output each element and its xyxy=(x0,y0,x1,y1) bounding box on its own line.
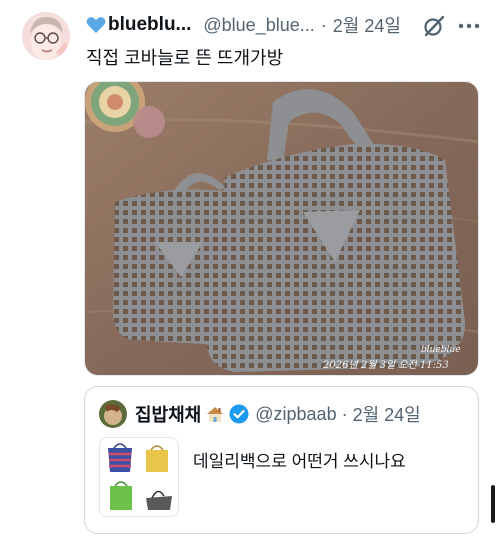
quoted-header-separator: · xyxy=(341,403,348,424)
more-icon[interactable] xyxy=(456,14,482,38)
tweet[interactable]: blueblu... @blue_blue... · 2월 24일 직접 코바늘… xyxy=(0,0,500,549)
grok-icon[interactable] xyxy=(422,14,446,38)
quoted-tweet-text: 데일리백으로 어떤거 쓰시나요 xyxy=(193,452,406,471)
author-display-name[interactable]: blueblu... xyxy=(108,14,191,36)
tweet-photo[interactable]: blueblue 2026년 2월 3일 오전 11:53 xyxy=(84,81,479,376)
author-handle[interactable]: @blue_blue... xyxy=(203,15,314,36)
quoted-photo[interactable] xyxy=(99,437,179,517)
quoted-handle[interactable]: @zipbaab xyxy=(255,404,336,425)
tweet-header: blueblu... @blue_blue... · 2월 24일 xyxy=(86,12,486,38)
quoted-display-name[interactable]: 집밥채채 xyxy=(135,401,201,427)
quoted-author-avatar[interactable] xyxy=(99,400,127,428)
blue-heart-icon xyxy=(86,17,106,33)
quoted-tweet[interactable]: 집밥채채 @zipbaab · 2월 24일 데일리백으로 어떤거 쓰시나요 xyxy=(84,386,479,534)
tweet-text: 직접 코바늘로 뜬 뜨개가방 xyxy=(86,48,284,68)
photo-timestamp: 2026년 2월 3일 오전 11:53 xyxy=(322,359,449,371)
tweet-date[interactable]: 2월 24일 xyxy=(333,12,401,38)
verified-badge-icon xyxy=(229,404,249,424)
author-avatar[interactable] xyxy=(22,12,70,60)
photo-watermark: blueblue xyxy=(421,345,461,355)
house-icon xyxy=(207,407,224,422)
scrollbar[interactable] xyxy=(491,485,495,523)
quoted-tweet-header: 집밥채채 @zipbaab · 2월 24일 xyxy=(99,400,421,428)
quoted-date[interactable]: 2월 24일 xyxy=(353,401,421,427)
header-separator: · xyxy=(320,14,327,35)
